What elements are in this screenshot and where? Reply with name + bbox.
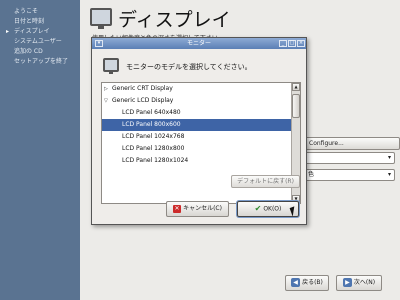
sidebar-item-welcome: ようこそ <box>14 8 39 15</box>
cancel-icon: ✕ <box>173 204 182 213</box>
back-button-label: 戻る(B) <box>302 279 323 286</box>
tree-row-label: LCD Panel 1280x1024 <box>122 157 189 164</box>
tree-row-generic-lcd[interactable]: ▽ Generic LCD Display <box>102 95 291 107</box>
scrollbar-thumb[interactable] <box>292 94 300 118</box>
next-button-label: 次へ(N) <box>353 279 376 286</box>
close-button[interactable]: × <box>297 40 305 47</box>
monitor-icon <box>90 8 112 29</box>
cancel-button-label: キャンセル(C) <box>183 205 222 212</box>
sidebar-item-finish-setup: セットアップを終了 <box>14 58 69 65</box>
next-button[interactable]: ▶ 次へ(N) <box>336 275 382 291</box>
chevron-down-icon: ▾ <box>387 154 391 161</box>
dialog-titlebar[interactable]: ▾ モニター _ □ × <box>92 38 306 49</box>
sidebar-item-display: ディスプレイ <box>6 27 68 37</box>
tree-row-lcd-1280x1024[interactable]: LCD Panel 1280x1024 <box>102 155 291 167</box>
tree-row-lcd-1280x800[interactable]: LCD Panel 1280x800 <box>102 143 291 155</box>
expander-expanded-icon[interactable]: ▽ <box>104 95 108 107</box>
page-title: ディスプレイ <box>118 9 231 31</box>
restore-default-button-label: デフォルトに戻す(R) <box>237 178 294 185</box>
tree-row-label: LCD Panel 800x600 <box>122 121 181 128</box>
arrow-left-icon: ◀ <box>291 278 301 287</box>
tree-row-label: LCD Panel 1024x768 <box>122 133 185 140</box>
check-icon: ✔ <box>254 204 262 213</box>
dialog-prompt: モニターのモデルを選択してください。 <box>126 63 252 71</box>
sidebar-item-system-user: システムユーザー <box>14 38 62 45</box>
sidebar-item-date-time: 日付と時刻 <box>14 18 45 25</box>
cancel-button[interactable]: ✕ キャンセル(C) <box>166 201 229 217</box>
tree-row-label: Generic CRT Display <box>112 85 173 92</box>
back-button[interactable]: ◀ 戻る(B) <box>285 275 329 291</box>
minimize-button[interactable]: _ <box>279 40 287 47</box>
color-depth-combo-text: 色 <box>308 171 315 178</box>
dialog-title: モニター <box>186 40 211 47</box>
scroll-up-icon[interactable]: ▲ <box>292 83 300 91</box>
tree-row-label: LCD Panel 1280x800 <box>122 145 185 152</box>
maximize-button[interactable]: □ <box>288 40 296 47</box>
monitor-dialog: ▾ モニター _ □ × モニターのモデルを選択してください。 ▷ Generi… <box>91 37 307 225</box>
configure-button-label: Configure... <box>309 140 344 147</box>
tree-row-generic-crt[interactable]: ▷ Generic CRT Display <box>102 83 291 95</box>
resolution-combo[interactable]: ▾ <box>304 152 395 164</box>
tree-row-lcd-640x480[interactable]: LCD Panel 640x480 <box>102 107 291 119</box>
sidebar-item-additional-cd: 追加の CD <box>14 48 43 55</box>
tree-row-label: Generic LCD Display <box>112 97 174 104</box>
tree-row-lcd-1024x768[interactable]: LCD Panel 1024x768 <box>102 131 291 143</box>
sidebar: ようこそ 日付と時刻 ディスプレイ システムユーザー 追加の CD セットアップ… <box>0 0 80 300</box>
ok-button-label: OK(O) <box>263 205 282 213</box>
expander-collapsed-icon[interactable]: ▷ <box>104 83 108 95</box>
monitor-icon <box>103 58 119 74</box>
tree-row-label: LCD Panel 640x480 <box>122 109 181 116</box>
tree-row-lcd-800x600[interactable]: LCD Panel 800x600 <box>102 119 291 131</box>
chevron-down-icon: ▾ <box>387 171 391 178</box>
sidebar-list: ようこそ 日付と時刻 ディスプレイ システムユーザー 追加の CD セットアップ… <box>6 7 68 67</box>
configure-button[interactable]: Configure... <box>304 137 400 150</box>
restore-default-button[interactable]: デフォルトに戻す(R) <box>231 175 300 188</box>
arrow-right-icon: ▶ <box>342 278 352 287</box>
color-depth-combo[interactable]: 色 ▾ <box>304 169 395 181</box>
